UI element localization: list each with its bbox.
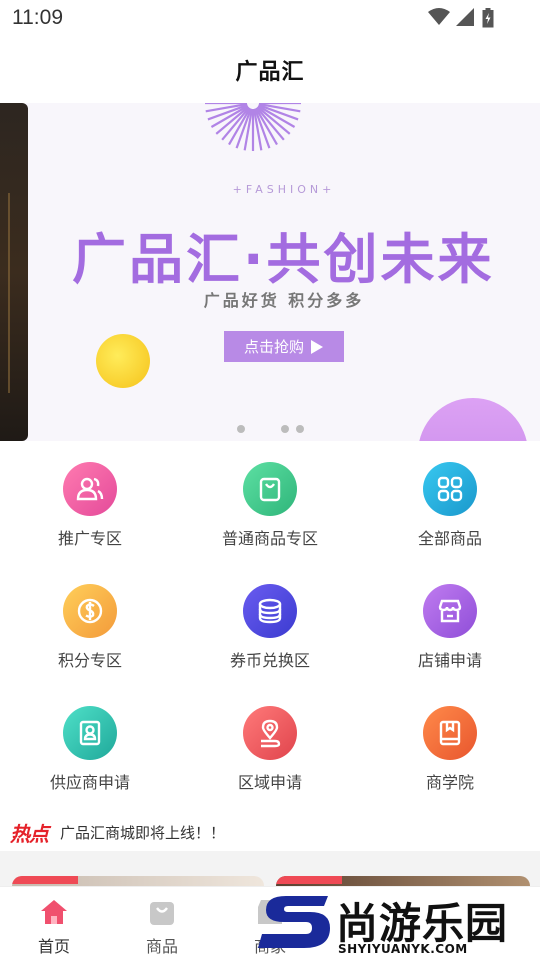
coin-stack-icon [243,584,297,638]
banner-tag: +FASHION+ [232,183,336,196]
hot-badge: 热点 [10,821,49,846]
menu-item-promotion[interactable]: 推广专区 [0,450,180,560]
page-title: 广品汇 [235,60,305,85]
bag-icon [147,897,177,927]
menu-item-label: 店铺申请 [417,651,482,670]
menu-item-label: 全部商品 [417,529,482,548]
shopping-bag-icon [243,462,297,516]
banner-carousel[interactable]: +FASHION+ 广品汇·共创未来 广品好货 积分多多 点击抢购 [0,103,540,441]
signal-icon [456,8,474,26]
carousel-dot[interactable] [281,425,289,433]
menu-item-coupon-exchange[interactable]: 券币兑换区 [180,572,360,682]
coin-icon [63,584,117,638]
watermark-url: SHYIYUANYK.COM [338,942,468,956]
buy-now-label: 点击抢购 [243,338,304,356]
menu-item-all-goods[interactable]: 全部商品 [360,450,540,560]
watermark-logo [258,896,330,948]
menu-item-region-apply[interactable]: 区域申请 [180,694,360,804]
product-card-badge [12,876,78,884]
play-arrow-icon [311,339,323,354]
banner-subtitle: 广品好货 积分多多 [203,291,365,310]
book-icon [423,706,477,760]
menu-item-supplier-apply[interactable]: 供应商申请 [0,694,180,804]
buy-now-button[interactable]: 点击抢购 [224,331,344,362]
users-icon [63,462,117,516]
news-text[interactable]: 广品汇商城即将上线！！ [60,822,225,843]
menu-item-label: 商学院 [425,773,474,792]
home-icon [39,897,69,927]
grid-icon [423,462,477,516]
status-bar: 11:09 [0,0,540,38]
menu-item-store-apply[interactable]: 店铺申请 [360,572,540,682]
tab-label: 商品 [145,937,178,956]
banner-slide[interactable]: +FASHION+ 广品汇·共创未来 广品好货 积分多多 点击抢购 [28,103,540,441]
id-badge-icon [63,706,117,760]
banner-prev-slide[interactable] [0,103,28,441]
watermark: 尚游乐园 SHYIYUANYK.COM [258,890,540,960]
carousel-indicator [0,425,540,435]
sunburst-decoration [205,103,301,151]
menu-item-label: 积分专区 [57,651,122,670]
product-section [0,851,540,896]
menu-item-label: 区域申请 [237,773,302,792]
app-bar: 广品汇 [0,38,540,102]
battery-icon [482,8,494,28]
tab-goods[interactable]: 商品 [108,887,216,960]
product-card-badge [276,876,342,884]
menu-item-normal-goods[interactable]: 普通商品专区 [180,450,360,560]
menu-item-points[interactable]: 积分专区 [0,572,180,682]
menu-item-label: 供应商申请 [49,773,130,792]
yellow-ball-decoration [96,334,150,388]
location-icon [243,706,297,760]
menu-item-label: 普通商品专区 [221,529,318,548]
menu-item-label: 推广专区 [57,529,122,548]
menu-item-label: 券币兑换区 [229,651,310,670]
banner-headline: 广品汇·共创未来 [72,228,495,291]
carousel-dot[interactable] [296,425,304,433]
news-ticker[interactable]: 热点 广品汇商城即将上线！！ [0,814,540,850]
status-time: 11:09 [12,6,63,29]
menu-item-business-school[interactable]: 商学院 [360,694,540,804]
tab-home[interactable]: 首页 [0,887,108,960]
carousel-dot[interactable] [237,425,245,433]
store-icon [423,584,477,638]
wifi-icon [428,8,450,25]
tab-label: 首页 [37,937,70,956]
